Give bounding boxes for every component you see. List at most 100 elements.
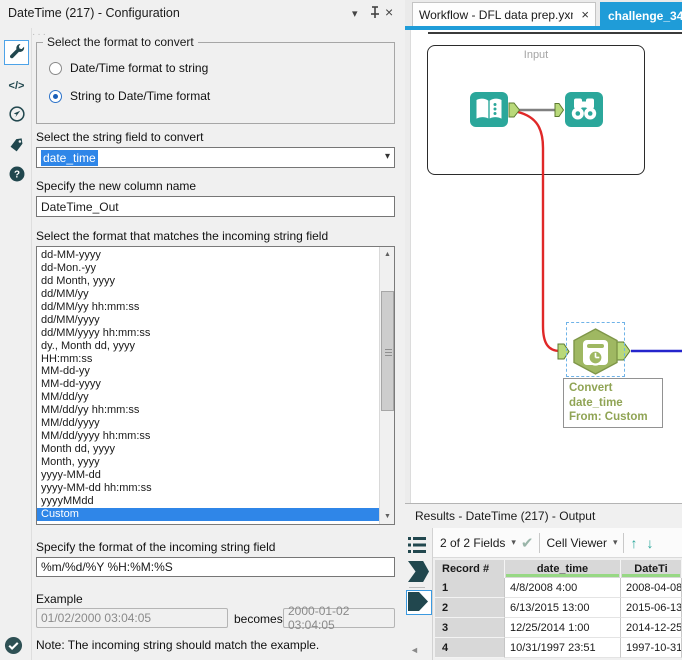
example-label: Example bbox=[36, 592, 83, 606]
format-list-item[interactable]: MM/dd/yy hh:mm:ss bbox=[37, 404, 379, 417]
results-toolbar: 2 of 2 Fields ▾ ✔ Cell Viewer ▾ ↑ ↓ bbox=[433, 528, 682, 558]
radio-icon[interactable] bbox=[49, 62, 62, 75]
format-group-legend: Select the format to convert bbox=[43, 35, 198, 49]
col-header-date-time[interactable]: date_time bbox=[505, 560, 621, 578]
data-view-selected[interactable] bbox=[406, 590, 432, 615]
tab-challenge[interactable]: challenge_34_s bbox=[600, 2, 682, 30]
custom-format-input[interactable]: %m/%d/%Y %H:%M:%S bbox=[36, 557, 395, 577]
date-time-cell[interactable]: 6/13/2015 13:00 bbox=[505, 598, 621, 618]
format-list-item[interactable]: dd-MM-yyyy bbox=[37, 249, 379, 262]
record-number-cell[interactable]: 3 bbox=[435, 618, 505, 638]
format-list-item[interactable]: MM/dd/yyyy hh:mm:ss bbox=[37, 430, 379, 443]
format-list-item[interactable]: yyyyMMdd bbox=[37, 495, 379, 508]
scrollbar-thumb[interactable] bbox=[381, 291, 394, 411]
radio-datetime-to-string[interactable]: Date/Time format to string bbox=[49, 61, 208, 75]
format-list-item[interactable]: MM/dd/yyyy bbox=[37, 417, 379, 430]
format-list-item[interactable]: dd/MM/yy bbox=[37, 288, 379, 301]
format-group: Select the format to convert Date/Time f… bbox=[36, 42, 395, 124]
format-list-item[interactable]: yyyy-MM-dd hh:mm:ss bbox=[37, 482, 379, 495]
date-time-cell[interactable]: 4/8/2008 4:00 bbox=[505, 578, 621, 598]
grid-header-row: Record # date_time DateTi bbox=[435, 560, 682, 578]
record-number-cell[interactable]: 1 bbox=[435, 578, 505, 598]
cell-viewer-caret-icon[interactable]: ▾ bbox=[613, 537, 618, 548]
datetime-out-cell[interactable]: 2008-04-08 bbox=[621, 578, 682, 598]
configuration-tab-button[interactable] bbox=[4, 40, 29, 65]
format-list-item[interactable]: yyyy-MM-dd bbox=[37, 469, 379, 482]
cell-viewer-dropdown[interactable]: Cell Viewer bbox=[546, 536, 606, 550]
format-list-item[interactable]: MM-dd-yy bbox=[37, 365, 379, 378]
date-time-cell[interactable]: 12/25/2014 1:00 bbox=[505, 618, 621, 638]
format-listbox[interactable]: dd-MM-yyyydd-Mon.-yydd Month, yyyydd/MM/… bbox=[36, 246, 395, 525]
scroll-up-button[interactable]: ▲ bbox=[380, 247, 395, 262]
list-view-icon[interactable] bbox=[406, 534, 428, 559]
chevron-down-icon[interactable]: ▾ bbox=[385, 151, 390, 162]
panel-menu-caret-icon[interactable]: ▾ bbox=[352, 7, 358, 20]
col-header-record[interactable]: Record # bbox=[435, 560, 505, 578]
datetime-tool[interactable] bbox=[566, 322, 625, 378]
fields-dropdown[interactable]: 2 of 2 Fields bbox=[440, 536, 505, 550]
input-data-icon bbox=[470, 92, 508, 127]
table-row[interactable]: 1 4/8/2008 4:00 2008-04-08 bbox=[435, 578, 682, 598]
column-name-label: Specify the new column name bbox=[36, 179, 196, 193]
date-time-cell[interactable]: 10/31/1997 23:51 bbox=[505, 638, 621, 658]
wire-red bbox=[518, 112, 560, 351]
iconstrip-separator bbox=[31, 28, 32, 660]
format-list-item[interactable]: dd-Mon.-yy bbox=[37, 262, 379, 275]
example-output-field: 2000-01-02 03:04:05 bbox=[283, 608, 395, 628]
help-icon: ? bbox=[8, 165, 26, 186]
format-list-item[interactable]: MM-dd-yyyy bbox=[37, 378, 379, 391]
format-list-item[interactable]: Month dd, yyyy bbox=[37, 443, 379, 456]
tool-annotation[interactable]: Convert date_time From: Custom bbox=[563, 378, 663, 428]
quality-bar bbox=[622, 574, 680, 577]
datetime-out-cell[interactable]: 2014-12-25 bbox=[621, 618, 682, 638]
radio-selected-icon[interactable] bbox=[49, 90, 62, 103]
strip-divider bbox=[409, 587, 425, 588]
record-number-cell[interactable]: 4 bbox=[435, 638, 505, 658]
table-row[interactable]: 2 6/13/2015 13:00 2015-06-13 bbox=[435, 598, 682, 618]
format-list-item[interactable]: Month, yyyy bbox=[37, 456, 379, 469]
sort-down-icon[interactable]: ↓ bbox=[646, 535, 653, 551]
table-row[interactable]: 4 10/31/1997 23:51 1997-10-31 bbox=[435, 638, 682, 658]
string-field-dropdown[interactable]: date_time ▾ bbox=[36, 147, 395, 168]
pin-icon[interactable] bbox=[368, 5, 382, 23]
navigation-button[interactable] bbox=[4, 103, 29, 128]
scroll-left-icon[interactable]: ◄ bbox=[410, 645, 419, 655]
scroll-down-button[interactable]: ▼ bbox=[380, 509, 395, 524]
tab-close-icon[interactable]: × bbox=[581, 7, 589, 22]
svg-text:?: ? bbox=[13, 170, 19, 181]
radio-string-to-datetime[interactable]: String to Date/Time format bbox=[49, 89, 210, 103]
format-list-item[interactable]: MM/dd/yy bbox=[37, 391, 379, 404]
column-name-input[interactable]: DateTime_Out bbox=[36, 196, 395, 217]
sort-up-icon[interactable]: ↑ bbox=[630, 535, 637, 551]
format-list-item[interactable]: dy., Month dd, yyyy bbox=[37, 340, 379, 353]
connection-wires bbox=[405, 30, 682, 503]
input-anchor-browse-tool bbox=[555, 104, 564, 117]
format-list-item[interactable]: dd/MM/yyyy bbox=[37, 314, 379, 327]
close-panel-icon[interactable]: × bbox=[385, 4, 393, 20]
datetime-out-cell[interactable]: 1997-10-31 bbox=[621, 638, 682, 658]
datetime-out-cell[interactable]: 2015-06-13 bbox=[621, 598, 682, 618]
tab-workflow[interactable]: Workflow - DFL data prep.yxmd* × bbox=[412, 2, 596, 26]
output-anchor-input-tool bbox=[509, 103, 520, 117]
xml-view-button[interactable]: </> bbox=[4, 73, 29, 98]
table-row[interactable]: 3 12/25/2014 1:00 2014-12-25 bbox=[435, 618, 682, 638]
fields-caret-icon[interactable]: ▾ bbox=[511, 537, 516, 548]
becomes-label: becomes bbox=[234, 612, 283, 626]
record-number-cell[interactable]: 2 bbox=[435, 598, 505, 618]
browse-tool[interactable] bbox=[565, 92, 603, 127]
format-list-item[interactable]: HH:mm:ss bbox=[37, 353, 379, 366]
col-header-datetime-out[interactable]: DateTi bbox=[621, 560, 682, 578]
apply-check-icon[interactable]: ✔ bbox=[521, 534, 534, 552]
annotation-button[interactable] bbox=[4, 133, 29, 158]
input-data-tool[interactable] bbox=[470, 92, 508, 127]
dropdown-selected-value: date_time bbox=[41, 150, 98, 166]
tab-challenge-label: challenge_34_s bbox=[608, 9, 682, 23]
format-list-item[interactable]: dd/MM/yyyy hh:mm:ss bbox=[37, 327, 379, 340]
format-list-item[interactable]: Custom bbox=[37, 508, 379, 521]
quality-bar bbox=[506, 574, 619, 577]
help-button[interactable]: ? bbox=[4, 163, 29, 188]
format-list-item[interactable]: dd/MM/yy hh:mm:ss bbox=[37, 301, 379, 314]
list-scrollbar[interactable]: ▲ ▼ bbox=[379, 247, 394, 524]
format-list-item[interactable]: dd Month, yyyy bbox=[37, 275, 379, 288]
valid-check-icon bbox=[4, 636, 23, 658]
